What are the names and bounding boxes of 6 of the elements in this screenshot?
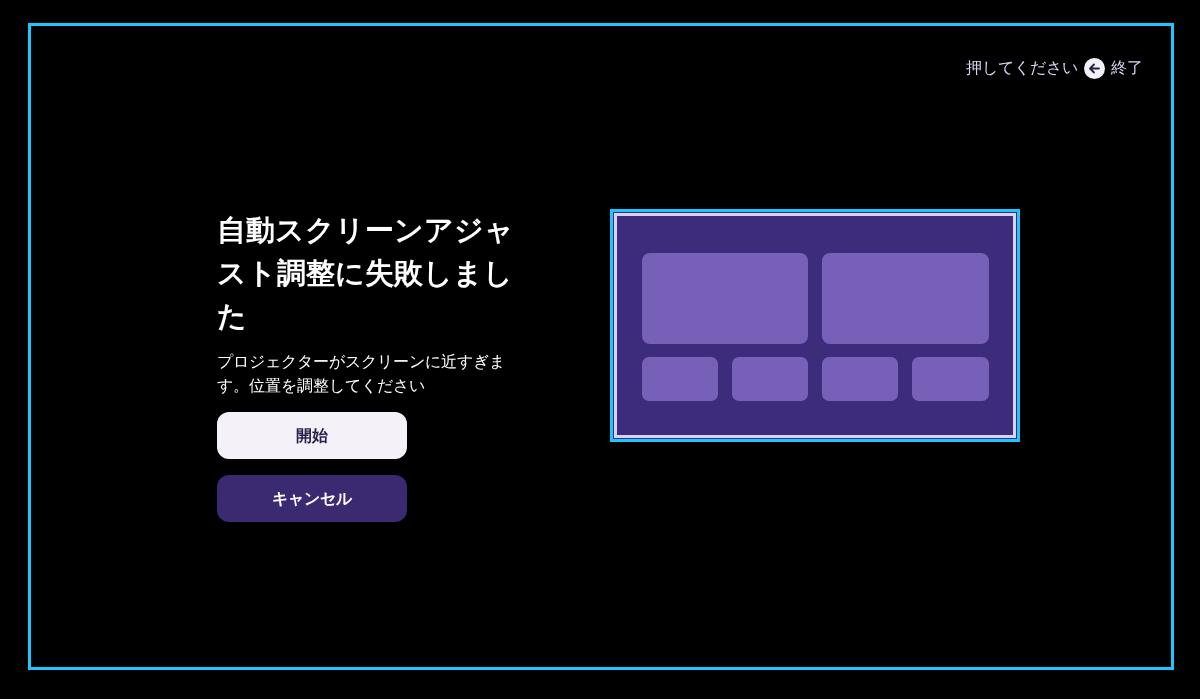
dialog-message: プロジェクターがスクリーンに近すぎます。位置を調整してください	[217, 352, 506, 396]
cancel-button[interactable]: キャンセル	[217, 475, 407, 522]
start-button[interactable]: 開始	[217, 412, 407, 459]
dialog-title: 自動スクリーンアジャスト調整に失敗しました	[217, 213, 515, 334]
hint-text: 押してください	[966, 58, 1078, 78]
hint-action-text: 終了	[1111, 58, 1143, 78]
